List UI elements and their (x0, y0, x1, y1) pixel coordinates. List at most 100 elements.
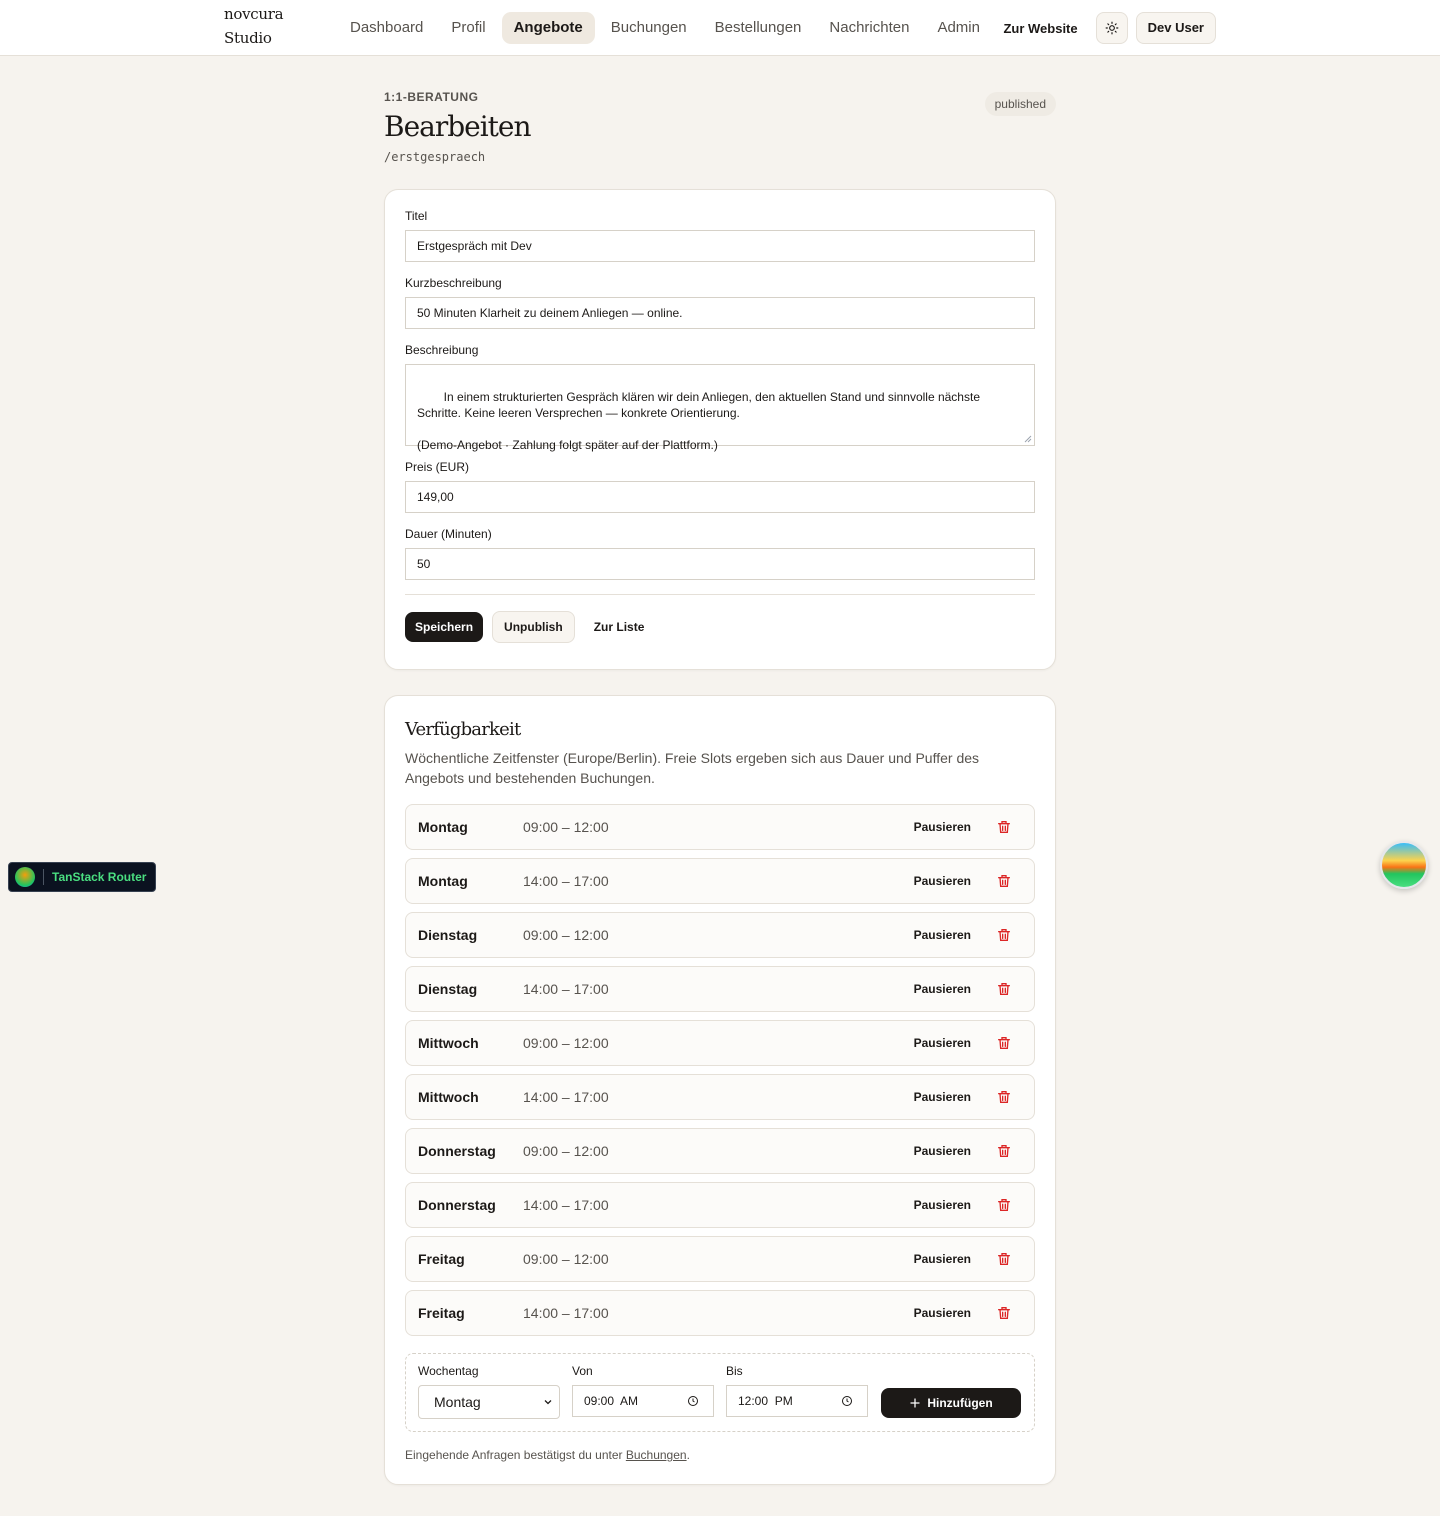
from-time-input[interactable]: 09:00 AM (572, 1385, 714, 1417)
slot-time: 14:00 – 17:00 (523, 1197, 609, 1213)
slot-list: Montag 09:00 – 12:00 Pausieren Montag 14… (405, 804, 1035, 1336)
trash-icon[interactable] (996, 1305, 1012, 1321)
slot-time: 09:00 – 12:00 (523, 1143, 609, 1159)
slot-row: Dienstag 09:00 – 12:00 Pausieren (405, 912, 1035, 958)
nav-item-angebote[interactable]: Angebote (501, 12, 595, 44)
slot-time: 09:00 – 12:00 (523, 1035, 609, 1051)
weekday-select[interactable]: Montag (418, 1385, 560, 1419)
slot-row: Mittwoch 09:00 – 12:00 Pausieren (405, 1020, 1035, 1066)
pause-slot-button[interactable]: Pausieren (914, 874, 971, 888)
trash-icon[interactable] (996, 1089, 1012, 1105)
trash-icon[interactable] (996, 819, 1012, 835)
from-time-value: 09:00 AM (584, 1394, 639, 1408)
user-menu-button[interactable]: Dev User (1135, 12, 1216, 44)
devtools-orb-icon[interactable] (1380, 841, 1428, 889)
pause-slot-button[interactable]: Pausieren (914, 1252, 971, 1266)
trash-icon[interactable] (996, 1251, 1012, 1267)
resize-handle-icon[interactable] (1024, 435, 1032, 443)
trash-icon[interactable] (996, 1035, 1012, 1051)
description-textarea[interactable]: In einem strukturierten Gespräch klären … (405, 364, 1035, 452)
unpublish-button[interactable]: Unpublish (492, 611, 575, 643)
availability-title: Verfügbarkeit (405, 719, 521, 740)
slot-day: Montag (418, 819, 468, 835)
weekday-label: Wochentag (418, 1364, 479, 1378)
theme-toggle-button[interactable] (1095, 12, 1128, 44)
save-button[interactable]: Speichern (405, 612, 484, 642)
short-description-input[interactable]: 50 Minuten Klarheit zu deinem Anliegen —… (405, 297, 1035, 329)
pause-slot-button[interactable]: Pausieren (914, 982, 971, 996)
trash-icon[interactable] (996, 873, 1012, 889)
weekday-selected-value: Montag (434, 1394, 481, 1410)
trash-icon[interactable] (996, 1197, 1012, 1213)
nav-item-admin[interactable]: Admin (925, 12, 992, 44)
back-to-list-button[interactable]: Zur Liste (584, 620, 655, 634)
bookings-link[interactable]: Buchungen (626, 1448, 687, 1462)
pause-slot-button[interactable]: Pausieren (914, 1144, 971, 1158)
title-label: Titel (405, 209, 428, 223)
header-actions: Zur Website Dev User (1003, 12, 1216, 44)
pause-slot-button[interactable]: Pausieren (914, 1306, 971, 1320)
pause-slot-button[interactable]: Pausieren (914, 1198, 971, 1212)
page-title: Bearbeiten (384, 110, 532, 143)
nav-item-nachrichten[interactable]: Nachrichten (817, 12, 921, 44)
main-nav: Dashboard Profil Angebote Buchungen Best… (338, 12, 996, 44)
availability-description: Wöchentliche Zeitfenster (Europe/Berlin)… (405, 750, 980, 786)
slot-day: Dienstag (418, 981, 478, 997)
from-field-group: Von 09:00 AM (572, 1364, 714, 1417)
weekday-field-group: Wochentag Montag (418, 1364, 560, 1419)
offer-slug: /erstgespraech (384, 150, 486, 164)
clock-icon[interactable] (687, 1395, 699, 1407)
nav-item-bestellungen[interactable]: Bestellungen (703, 12, 814, 44)
slot-row: Dienstag 14:00 – 17:00 Pausieren (405, 966, 1035, 1012)
nav-item-dashboard[interactable]: Dashboard (338, 12, 435, 44)
tanstack-router-devtools-button[interactable]: TanStack Router (8, 862, 156, 892)
slot-day: Montag (418, 873, 468, 889)
chevron-down-icon (544, 1400, 552, 1405)
duration-field-group: Dauer (Minuten) 50 (405, 527, 1035, 580)
short-description-label: Kurzbeschreibung (405, 276, 502, 290)
slot-time: 14:00 – 17:00 (523, 1089, 609, 1105)
slot-row: Montag 09:00 – 12:00 Pausieren (405, 804, 1035, 850)
slot-time: 09:00 – 12:00 (523, 927, 609, 943)
trash-icon[interactable] (996, 981, 1012, 997)
slot-row: Montag 14:00 – 17:00 Pausieren (405, 858, 1035, 904)
tanstack-logo-icon (15, 867, 35, 887)
sun-icon (1105, 21, 1119, 35)
website-link[interactable]: Zur Website (1003, 21, 1077, 36)
to-field-group: Bis 12:00 PM (726, 1364, 868, 1417)
slot-time: 14:00 – 17:00 (523, 981, 609, 997)
slot-row: Freitag 09:00 – 12:00 Pausieren (405, 1236, 1035, 1282)
pause-slot-button[interactable]: Pausieren (914, 1090, 971, 1104)
bookings-footnote: Eingehende Anfragen bestätigst du unter … (405, 1448, 1035, 1462)
slot-day: Mittwoch (418, 1089, 479, 1105)
add-slot-button[interactable]: Hinzufügen (881, 1388, 1021, 1418)
pause-slot-button[interactable]: Pausieren (914, 820, 971, 834)
title-input[interactable]: Erstgespräch mit Dev (405, 230, 1035, 262)
slot-time: 14:00 – 17:00 (523, 873, 609, 889)
offer-edit-form: Titel Erstgespräch mit Dev Kurzbeschreib… (384, 189, 1056, 670)
duration-input[interactable]: 50 (405, 548, 1035, 580)
page-header: 1:1-BERATUNG published Bearbeiten /erstg… (384, 90, 1056, 164)
slot-day: Donnerstag (418, 1143, 496, 1159)
pause-slot-button[interactable]: Pausieren (914, 1036, 971, 1050)
slot-time: 09:00 – 12:00 (523, 819, 609, 835)
to-label: Bis (726, 1364, 743, 1378)
price-input[interactable]: 149,00 (405, 481, 1035, 513)
trash-icon[interactable] (996, 1143, 1012, 1159)
availability-card: Verfügbarkeit Wöchentliche Zeitfenster (… (384, 695, 1056, 1485)
price-label: Preis (EUR) (405, 460, 470, 474)
trash-icon[interactable] (996, 927, 1012, 943)
to-time-input[interactable]: 12:00 PM (726, 1385, 868, 1417)
brand-logo[interactable]: novcura Studio (224, 5, 284, 48)
short-description-field-group: Kurzbeschreibung 50 Minuten Klarheit zu … (405, 276, 1035, 329)
offer-type-kicker: 1:1-BERATUNG (384, 90, 479, 104)
slot-time: 09:00 – 12:00 (523, 1251, 609, 1267)
clock-icon[interactable] (841, 1395, 853, 1407)
slot-row: Freitag 14:00 – 17:00 Pausieren (405, 1290, 1035, 1336)
nav-item-buchungen[interactable]: Buchungen (599, 12, 699, 44)
add-slot-label: Hinzufügen (927, 1396, 993, 1410)
status-badge: published (984, 92, 1056, 116)
slot-day: Mittwoch (418, 1035, 479, 1051)
nav-item-profil[interactable]: Profil (439, 12, 497, 44)
pause-slot-button[interactable]: Pausieren (914, 928, 971, 942)
